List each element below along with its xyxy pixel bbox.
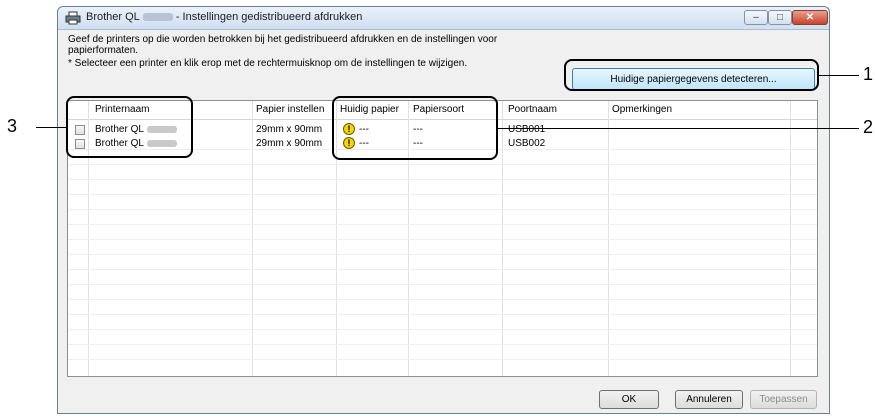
callout-box-1 bbox=[564, 59, 819, 91]
paper-setting-cell: 29mm x 90mm bbox=[256, 138, 323, 149]
callout-number-2: 2 bbox=[863, 117, 874, 137]
title-prefix: Brother QL bbox=[86, 11, 140, 23]
redacted-model bbox=[142, 13, 173, 22]
paper-setting-cell: 29mm x 90mm bbox=[256, 124, 323, 135]
title-suffix: - Instellingen gedistribueerd afdrukken bbox=[175, 11, 363, 23]
hint-text: * Selecteer een printer en klik erop met… bbox=[68, 58, 468, 69]
cancel-button[interactable]: Annuleren bbox=[675, 390, 743, 409]
port-name-cell: USB002 bbox=[508, 138, 546, 149]
description-text: Geef de printers op die worden betrokken… bbox=[68, 34, 498, 56]
ok-button[interactable]: OK bbox=[599, 390, 659, 409]
col-remarks[interactable]: Opmerkingen bbox=[612, 104, 672, 115]
title-bar: Brother QL - Instellingen gedistribueerd … bbox=[58, 7, 829, 30]
apply-button[interactable]: Toepassen bbox=[750, 390, 817, 409]
callout-box-3 bbox=[66, 96, 193, 158]
port-name-cell: USB001 bbox=[508, 124, 546, 135]
col-port-name[interactable]: Poortnaam bbox=[508, 104, 557, 115]
callout-line-3 bbox=[36, 127, 66, 128]
printer-icon bbox=[65, 11, 81, 25]
callout-line-1 bbox=[819, 75, 859, 76]
callout-line-2 bbox=[498, 128, 859, 129]
col-paper-setting[interactable]: Papier instellen bbox=[256, 104, 324, 115]
window-title: Brother QL - Instellingen gedistribueerd … bbox=[86, 11, 362, 23]
minimize-button[interactable]: – bbox=[744, 10, 768, 25]
callout-number-3: 3 bbox=[7, 116, 18, 136]
close-button[interactable]: ✕ bbox=[792, 10, 828, 25]
maximize-button[interactable]: □ bbox=[768, 10, 792, 25]
callout-box-2 bbox=[332, 96, 498, 160]
callout-number-1: 1 bbox=[863, 64, 874, 84]
